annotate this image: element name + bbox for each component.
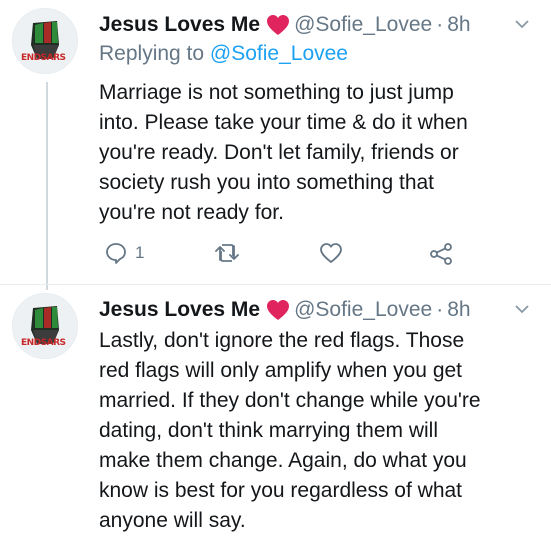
tweet-1[interactable]: ENDSARS Jesus Loves Me @Sofie_Lovee · 8h…: [0, 0, 551, 290]
tweet-text-line: anyone will say.: [99, 509, 246, 532]
retweet-icon: [214, 242, 240, 264]
like-button[interactable]: [319, 242, 343, 264]
tweet-text-line: married. If they don't change while you'…: [99, 389, 481, 412]
timestamp[interactable]: 8h: [447, 298, 470, 322]
share-button[interactable]: [429, 242, 453, 266]
tweet-text-line: you're not ready for.: [99, 201, 284, 224]
red-heart-icon: [266, 299, 290, 321]
avatar[interactable]: ENDSARS: [12, 8, 78, 74]
tweet-text-line: make them change. Again, do what you: [99, 449, 467, 472]
like-icon: [319, 242, 343, 264]
tweet-2[interactable]: ENDSARS Jesus Loves Me @Sofie_Lovee · 8h…: [0, 285, 551, 537]
reply-icon: [105, 242, 127, 264]
chevron-down-icon[interactable]: [515, 16, 529, 34]
avatar-text: ENDSARS: [21, 53, 66, 63]
handle[interactable]: @Sofie_Lovee: [294, 13, 432, 37]
display-name[interactable]: Jesus Loves Me: [99, 13, 260, 37]
red-heart-icon: [266, 14, 290, 36]
reply-count: 1: [135, 243, 145, 262]
tweet-text-line: red flags will only amplify when you get: [99, 359, 463, 382]
tweet-actions: 1: [99, 242, 459, 268]
separator-dot: ·: [436, 13, 444, 36]
tweet-header: Jesus Loves Me @Sofie_Lovee · 8h: [99, 10, 535, 40]
tweet-text: Lastly, don't ignore the red flags. Thos…: [99, 326, 535, 536]
avatar-text: ENDSARS: [21, 338, 66, 348]
timestamp[interactable]: 8h: [447, 13, 470, 37]
tweet-text: Marriage is not something to just jump i…: [99, 78, 535, 228]
replying-to-handle[interactable]: @Sofie_Lovee: [210, 42, 348, 65]
separator-dot: ·: [436, 298, 444, 321]
avatar[interactable]: ENDSARS: [12, 293, 78, 359]
handle[interactable]: @Sofie_Lovee: [294, 298, 432, 322]
display-name[interactable]: Jesus Loves Me: [99, 298, 260, 322]
replying-to-label: Replying to: [99, 42, 210, 65]
thread-line: [46, 82, 48, 290]
tweet-text-line: into. Please take your time & do it when: [99, 111, 468, 134]
share-icon: [429, 242, 453, 266]
reply-button[interactable]: 1: [105, 242, 144, 264]
tweet-header: Jesus Loves Me @Sofie_Lovee · 8h: [99, 295, 535, 325]
tweet-text-line: Marriage is not something to just jump: [99, 81, 454, 104]
chevron-down-icon[interactable]: [515, 301, 529, 319]
tweet-text-line: you're ready. Don't let family, friends …: [99, 141, 459, 164]
tweet-text-line: society rush you into something that: [99, 171, 435, 194]
retweet-button[interactable]: [214, 242, 240, 264]
tweet-text-line: know is best for you regardless of what: [99, 479, 463, 502]
tweet-text-line: dating, don't think marrying them will: [99, 419, 438, 442]
tweet-text-line: Lastly, don't ignore the red flags. Thos…: [99, 329, 465, 352]
replying-to: Replying to @Sofie_Lovee: [99, 42, 535, 72]
